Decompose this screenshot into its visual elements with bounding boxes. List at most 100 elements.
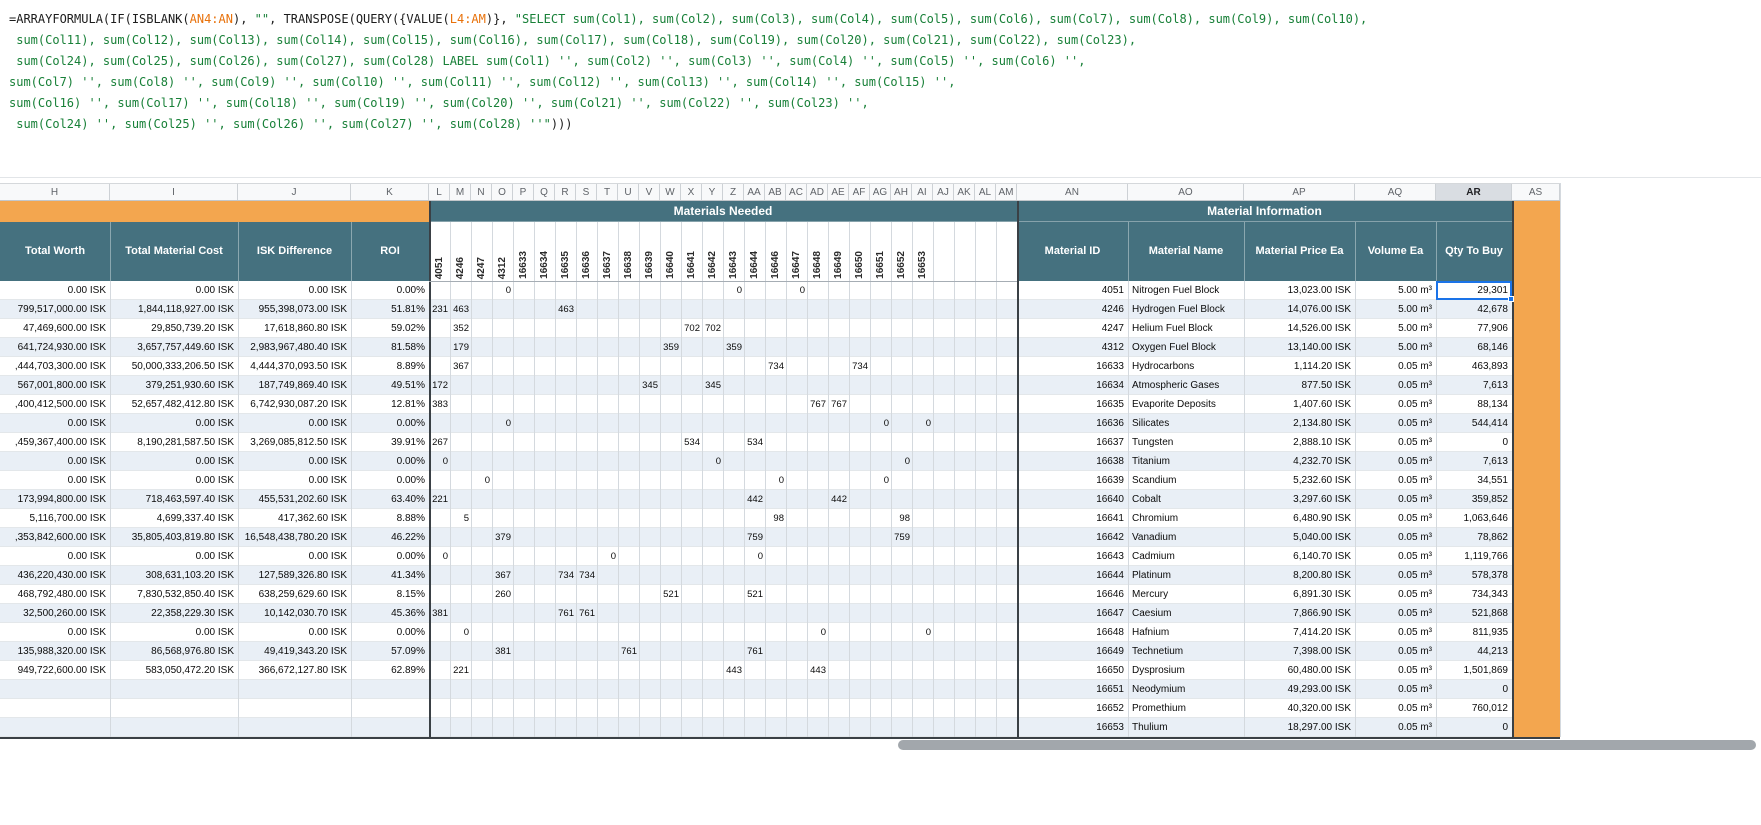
cell-material-price[interactable]: 1,407.60 ISK [1244, 395, 1355, 413]
cell-volume[interactable]: 0.05 m³ [1355, 357, 1436, 375]
cell-material-id[interactable]: 16651 [1017, 680, 1128, 698]
cell-material-qty[interactable]: 521 [744, 585, 765, 603]
cell-roi[interactable]: 0.00% [351, 281, 429, 299]
cell-total-worth[interactable]: 641,724,930.00 ISK [0, 338, 110, 356]
header-total-worth[interactable]: Total Worth [0, 222, 110, 281]
cell-volume[interactable]: 0.05 m³ [1355, 395, 1436, 413]
column-header-P[interactable]: P [513, 184, 534, 200]
cell-roi[interactable]: 39.91% [351, 433, 429, 451]
cell-material-qty[interactable]: 759 [744, 528, 765, 546]
cell-volume[interactable]: 0.05 m³ [1355, 414, 1436, 432]
cell-isk-difference[interactable]: 0.00 ISK [238, 414, 351, 432]
header-material-id[interactable]: Material ID [1017, 222, 1128, 281]
cell-material-qty[interactable]: 0 [786, 281, 807, 299]
matrix-column-header[interactable]: 16650 [849, 222, 870, 281]
cell-isk-difference[interactable]: 16,548,438,780.20 ISK [238, 528, 351, 546]
matrix-column-header[interactable]: 16653 [912, 222, 933, 281]
column-header-W[interactable]: W [660, 184, 681, 200]
cell-material-qty[interactable]: 761 [576, 604, 597, 622]
column-header-AR[interactable]: AR [1436, 184, 1512, 200]
cell-material-price[interactable]: 3,297.60 ISK [1244, 490, 1355, 508]
cell-material-name[interactable]: Mercury [1128, 585, 1244, 603]
cell-material-qty[interactable]: 381 [492, 642, 513, 660]
cell-material-qty[interactable]: 534 [681, 433, 702, 451]
column-header-AS[interactable]: AS [1512, 184, 1560, 200]
cell-material-name[interactable]: Neodymium [1128, 680, 1244, 698]
column-header-U[interactable]: U [618, 184, 639, 200]
cell-total-worth[interactable]: ,353,842,600.00 ISK [0, 528, 110, 546]
cell-material-qty[interactable]: 734 [765, 357, 786, 375]
cell-total-worth[interactable]: 799,517,000.00 ISK [0, 300, 110, 318]
cell-qty-to-buy[interactable]: 7,613 [1436, 452, 1512, 470]
cell-material-qty[interactable]: 379 [492, 528, 513, 546]
cell-qty-to-buy[interactable]: 78,862 [1436, 528, 1512, 546]
cell-material-qty[interactable]: 0 [891, 452, 912, 470]
cell-material-id[interactable]: 16647 [1017, 604, 1128, 622]
cell-volume[interactable]: 0.05 m³ [1355, 471, 1436, 489]
column-header-J[interactable]: J [238, 184, 351, 200]
cell-isk-difference[interactable]: 187,749,869.40 ISK [238, 376, 351, 394]
cell-material-qty[interactable]: 0 [912, 414, 933, 432]
cell-qty-to-buy[interactable]: 463,893 [1436, 357, 1512, 375]
cell-material-id[interactable]: 16635 [1017, 395, 1128, 413]
cell-qty-to-buy[interactable]: 68,146 [1436, 338, 1512, 356]
cell-qty-to-buy[interactable]: 44,213 [1436, 642, 1512, 660]
cell-total-material-cost[interactable]: 379,251,930.60 ISK [110, 376, 238, 394]
cell-material-id[interactable]: 16637 [1017, 433, 1128, 451]
cell-material-name[interactable]: Hafnium [1128, 623, 1244, 641]
cell-material-id[interactable]: 16650 [1017, 661, 1128, 679]
cell-isk-difference[interactable]: 4,444,370,093.50 ISK [238, 357, 351, 375]
cell-roi[interactable]: 46.22% [351, 528, 429, 546]
cell-total-material-cost[interactable]: 4,699,337.40 ISK [110, 509, 238, 527]
cell-qty-to-buy[interactable]: 77,906 [1436, 319, 1512, 337]
cell-material-qty[interactable]: 0 [492, 281, 513, 299]
cell-material-price[interactable]: 14,526.00 ISK [1244, 319, 1355, 337]
cell-total-material-cost[interactable]: 50,000,333,206.50 ISK [110, 357, 238, 375]
cell-material-name[interactable]: Caesium [1128, 604, 1244, 622]
cell-material-qty[interactable]: 5 [450, 509, 471, 527]
cell-qty-to-buy[interactable]: 544,414 [1436, 414, 1512, 432]
column-header-L[interactable]: L [429, 184, 450, 200]
cell-qty-to-buy[interactable]: 578,378 [1436, 566, 1512, 584]
cell-material-qty[interactable]: 98 [765, 509, 786, 527]
column-header-AM[interactable]: AM [996, 184, 1017, 200]
cell-isk-difference[interactable]: 366,672,127.80 ISK [238, 661, 351, 679]
cell-material-price[interactable]: 4,232.70 ISK [1244, 452, 1355, 470]
cell-isk-difference[interactable]: 0.00 ISK [238, 623, 351, 641]
cell-qty-to-buy[interactable]: 42,678 [1436, 300, 1512, 318]
matrix-column-header[interactable]: 16651 [870, 222, 891, 281]
cell-volume[interactable]: 0.05 m³ [1355, 642, 1436, 660]
matrix-column-header[interactable]: 16636 [576, 222, 597, 281]
cell-volume[interactable]: 0.05 m³ [1355, 718, 1436, 736]
cell-material-price[interactable]: 2,134.80 ISK [1244, 414, 1355, 432]
column-header-AK[interactable]: AK [954, 184, 975, 200]
cell-roi[interactable]: 41.34% [351, 566, 429, 584]
cell-total-material-cost[interactable]: 718,463,597.40 ISK [110, 490, 238, 508]
cell-isk-difference[interactable]: 0.00 ISK [238, 471, 351, 489]
cell-material-qty[interactable]: 367 [492, 566, 513, 584]
cell-material-qty[interactable]: 0 [870, 471, 891, 489]
cell-isk-difference[interactable]: 638,259,629.60 ISK [238, 585, 351, 603]
column-header-AC[interactable]: AC [786, 184, 807, 200]
cell-material-qty[interactable]: 534 [744, 433, 765, 451]
cell-total-material-cost[interactable]: 3,657,757,449.60 ISK [110, 338, 238, 356]
cell-isk-difference[interactable]: 417,362.60 ISK [238, 509, 351, 527]
column-header-AI[interactable]: AI [912, 184, 933, 200]
cell-material-qty[interactable]: 0 [429, 452, 450, 470]
cell-material-qty[interactable]: 221 [429, 490, 450, 508]
cell-material-name[interactable]: Chromium [1128, 509, 1244, 527]
column-header-Y[interactable]: Y [702, 184, 723, 200]
cell-qty-to-buy[interactable]: 1,501,869 [1436, 661, 1512, 679]
cell-material-id[interactable]: 16634 [1017, 376, 1128, 394]
matrix-column-header[interactable]: 16646 [765, 222, 786, 281]
cell-total-worth[interactable]: 567,001,800.00 ISK [0, 376, 110, 394]
cell-total-worth[interactable]: 436,220,430.00 ISK [0, 566, 110, 584]
header-roi[interactable]: ROI [351, 222, 429, 281]
matrix-column-header[interactable]: 4312 [492, 222, 513, 281]
cell-volume[interactable]: 0.05 m³ [1355, 490, 1436, 508]
column-header-N[interactable]: N [471, 184, 492, 200]
cell-material-id[interactable]: 4051 [1017, 281, 1128, 299]
cell-total-material-cost[interactable]: 1,844,118,927.00 ISK [110, 300, 238, 318]
cell-total-material-cost[interactable]: 0.00 ISK [110, 414, 238, 432]
cell-material-qty[interactable]: 260 [492, 585, 513, 603]
